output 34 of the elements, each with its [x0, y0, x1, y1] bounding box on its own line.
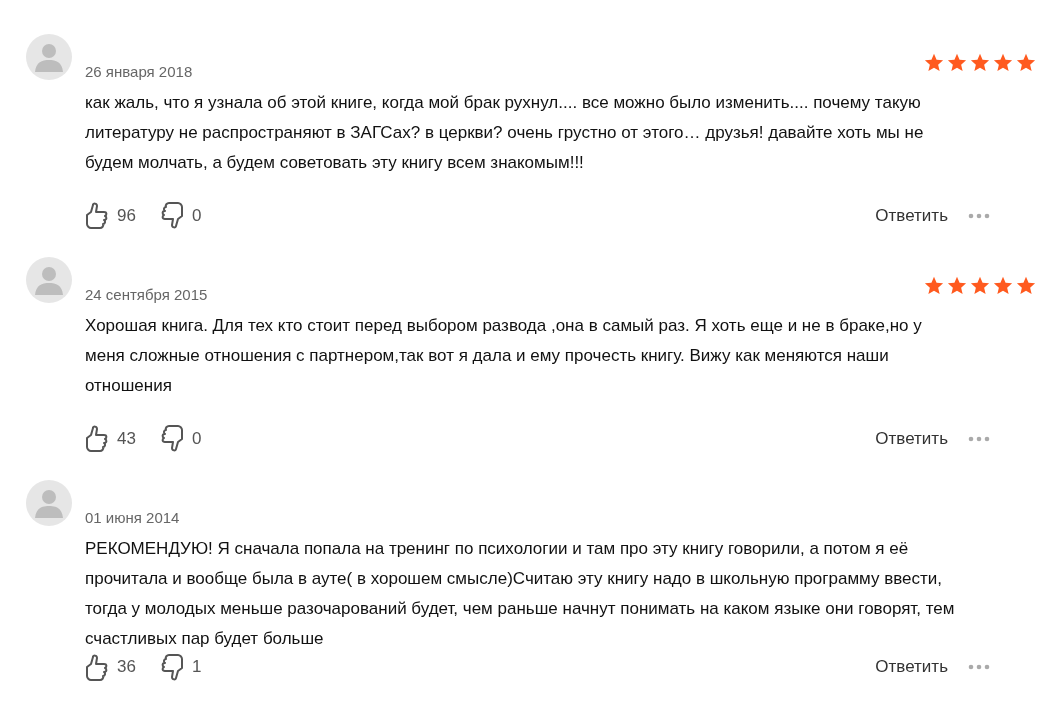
- review-text: как жаль, что я узнала об этой книге, когда мой брак рухнул.... все можно было изменить.... почему такую литературу не распространяют в ЗАГСах? в церкви? очень грустно от этого… друзья! давайте хоть мы не будем молчать, а будем советовать эту книгу всем знакомым!!!: [85, 91, 925, 174]
- thumbs-up-icon[interactable]: [85, 202, 109, 229]
- reply-button[interactable]: Ответить: [875, 425, 948, 452]
- star-icon: [1016, 53, 1036, 72]
- like-button[interactable]: 43: [85, 425, 136, 452]
- reply-button[interactable]: Ответить: [875, 202, 948, 229]
- review-date: 26 января 2018: [85, 62, 193, 82]
- star-icon: [993, 276, 1013, 295]
- star-icon: [947, 53, 967, 72]
- like-button[interactable]: 96: [85, 202, 136, 229]
- star-icon: [970, 53, 990, 72]
- star-icon: [924, 53, 944, 72]
- thumbs-down-icon[interactable]: [159, 425, 184, 452]
- star-icon: [970, 276, 990, 295]
- thumbs-up-icon[interactable]: [85, 425, 109, 452]
- like-button[interactable]: 36: [85, 653, 136, 681]
- star-icon: [947, 276, 967, 295]
- thumbs-down-icon[interactable]: [159, 202, 184, 229]
- dislike-button[interactable]: 0: [159, 202, 202, 229]
- thumbs-down-icon[interactable]: [159, 653, 184, 681]
- review-text: Хорошая книга. Для тех кто стоит перед выбором развода ,она в самый раз. Я хоть еще и не в браке,но у меня сложные отношения с партнером,так вот я дала и ему прочесть книгу. Вижу как меняются наши отношения: [85, 314, 923, 397]
- dislike-button[interactable]: 1: [159, 653, 202, 681]
- star-icon: [924, 276, 944, 295]
- avatar-icon: [26, 257, 72, 303]
- avatar-icon: [26, 480, 72, 526]
- reply-button[interactable]: Ответить: [875, 654, 948, 680]
- star-icon: [993, 53, 1013, 72]
- avatar-icon: [26, 34, 72, 80]
- thumbs-up-icon[interactable]: [85, 653, 109, 681]
- review-date: 24 сентября 2015: [85, 285, 208, 305]
- dislike-button[interactable]: 0: [159, 425, 202, 452]
- review-date: 01 июня 2014: [85, 508, 180, 528]
- review-text: РЕКОМЕНДУЮ! Я сначала попала на тренинг по психологии и там про эту книгу говорили, а потом я её прочитала и вообще была в ауте( в хорошем смысле)Считаю эту книгу надо в школьную программу ввести, тогда у молодых меньше разочарований будет, чем раньше начнут понимать на каком языке они говорят, тем счастливых пар будет больше: [85, 537, 956, 650]
- star-icon: [1016, 276, 1036, 295]
